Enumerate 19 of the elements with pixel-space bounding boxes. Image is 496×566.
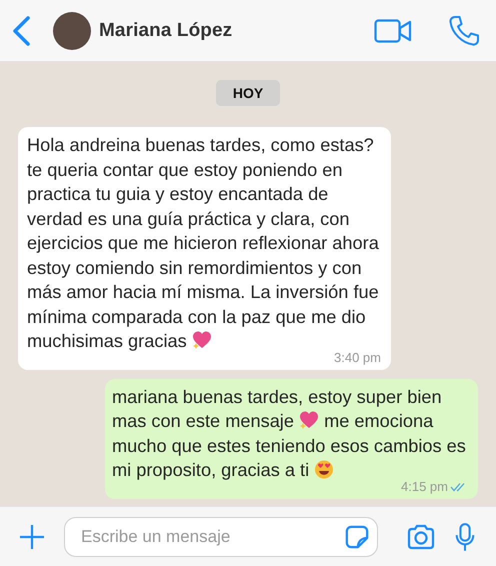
message-field[interactable]: Escribe un mensaje — [64, 516, 378, 556]
date-chip: HOY — [216, 80, 280, 106]
phone-icon[interactable] — [448, 14, 480, 46]
contact-name[interactable]: Mariana López — [99, 20, 232, 42]
message-input-field[interactable]: Escribe un mensaje — [79, 526, 345, 548]
avatar[interactable] — [53, 12, 91, 50]
heart-icon — [192, 330, 212, 350]
message-text: mariana buenas tardes, estoy super bien mas con este mensaje me emociona mucho que estes teniendo esos cambios es mi proposito, gracias a ti — [112, 386, 467, 482]
video-camera-icon[interactable] — [374, 18, 412, 42]
heart-icon — [299, 410, 320, 430]
message-text: Hola andreina buenas tardes, como estas? te queria contar que estoy poniendo en practica tu guia y estoy encantada de verdad es una guía práctica y clara, con ejercicios que me hicieron reflexionar ahora estoy comiendo sin remordimientos y con más amor hacia mí misma. La inversión fue mínima comparada con la paz que me dio muchisimas gracias — [27, 134, 380, 352]
message-time: 4:15 pm — [401, 480, 448, 494]
smiling-face-icon — [314, 459, 334, 479]
microphone-icon[interactable] — [454, 520, 476, 552]
message-time: 3:40 pm — [334, 350, 381, 364]
sticker-icon[interactable] — [345, 524, 369, 548]
plus-icon[interactable] — [18, 522, 46, 550]
camera-icon[interactable] — [406, 524, 436, 550]
back-icon[interactable] — [11, 14, 31, 46]
